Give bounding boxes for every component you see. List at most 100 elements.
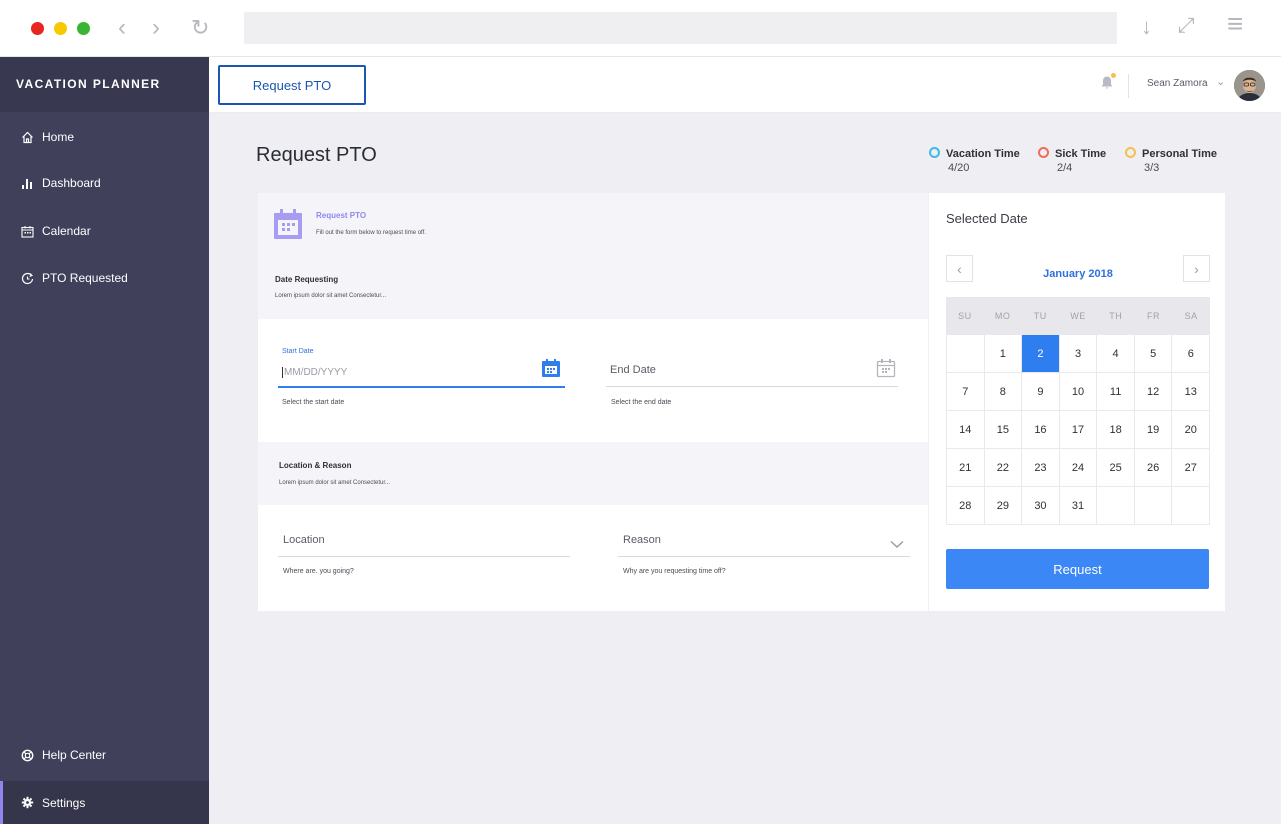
reload-icon[interactable]: ↻ xyxy=(191,14,209,42)
weekday-header: SU MO TU WE TH FR SA xyxy=(946,297,1210,335)
calendar-week: 21 22 23 24 25 26 27 xyxy=(946,449,1211,487)
sidebar-item-calendar[interactable]: Calendar xyxy=(0,211,209,251)
home-icon xyxy=(20,130,34,144)
expand-icon[interactable]: ⤢ xyxy=(1178,14,1195,38)
gear-icon xyxy=(20,796,34,810)
calendar-day[interactable]: 6 xyxy=(1172,335,1211,373)
personal-time-ring-icon xyxy=(1125,147,1136,158)
calendar-day[interactable]: 30 xyxy=(1022,487,1060,525)
calendar-grid: SU MO TU WE TH FR SA 1 2 3 4 5 6 7 8 9 1… xyxy=(946,297,1211,525)
sidebar-item-label: Dashboard xyxy=(42,176,101,190)
end-date-field[interactable]: End Date xyxy=(606,358,898,388)
chevron-down-icon[interactable] xyxy=(890,536,904,554)
calendar-day[interactable]: 5 xyxy=(1134,335,1173,373)
location-section-header: Location & Reason Lorem ipsum dolor sit … xyxy=(258,442,928,505)
location-field[interactable]: Location xyxy=(278,528,570,558)
weekday-label: MO xyxy=(994,311,1011,321)
location-helper: Where are. you going? xyxy=(283,568,354,575)
chevron-right-icon: › xyxy=(1194,260,1199,277)
sidebar-item-label: Calendar xyxy=(42,224,91,238)
request-submit-button[interactable]: Request xyxy=(946,549,1209,589)
sidebar-item-settings[interactable]: Settings xyxy=(0,781,209,824)
calendar-day[interactable]: 14 xyxy=(946,411,985,449)
sidebar-item-help-center[interactable]: Help Center xyxy=(0,735,209,775)
weekday-label: TH xyxy=(1109,311,1123,321)
calendar-day[interactable]: 10 xyxy=(1059,373,1098,411)
avatar[interactable] xyxy=(1234,70,1265,101)
start-date-field[interactable]: Start Date MM/DD/YYYY xyxy=(278,348,565,390)
calendar-day[interactable]: 19 xyxy=(1134,411,1173,449)
browser-menu-icon[interactable]: ≡ xyxy=(1227,8,1243,40)
lifebuoy-icon xyxy=(20,748,34,762)
form-header-subtitle: Fill out the form below to request time … xyxy=(316,230,426,236)
start-date-underline xyxy=(278,386,565,388)
start-date-calendar-icon[interactable] xyxy=(541,358,561,383)
user-name[interactable]: Sean Zamora xyxy=(1147,78,1208,89)
notification-bell-icon[interactable] xyxy=(1100,73,1116,91)
calendar-day[interactable]: 22 xyxy=(984,449,1023,487)
sidebar: VACATION PLANNER Home Dashboard Calendar… xyxy=(0,57,209,824)
form-header: Request PTO Fill out the form below to r… xyxy=(258,193,928,255)
pto-request-card: Request PTO Fill out the form below to r… xyxy=(258,193,1225,611)
start-date-helper: Select the start date xyxy=(282,399,345,406)
calendar-day[interactable]: 27 xyxy=(1172,449,1211,487)
calendar-day[interactable]: 11 xyxy=(1097,373,1135,411)
sidebar-item-label: Home xyxy=(42,130,75,144)
request-form: Request PTO Fill out the form below to r… xyxy=(258,193,928,611)
calendar-day[interactable]: 31 xyxy=(1059,487,1098,525)
minimize-window-dot[interactable] xyxy=(54,22,67,35)
calendar-day[interactable]: 28 xyxy=(946,487,985,525)
calendar-day-selected[interactable]: 2 xyxy=(1022,335,1060,373)
maximize-window-dot[interactable] xyxy=(77,22,90,35)
calendar-day[interactable]: 1 xyxy=(984,335,1023,373)
location-section-description: Lorem ipsum dolor sit amet Consectetur..… xyxy=(279,480,391,486)
clock-refresh-icon xyxy=(20,271,34,285)
calendar-day[interactable]: 13 xyxy=(1172,373,1211,411)
weekday-label: SA xyxy=(1184,311,1198,321)
download-icon[interactable]: ↓ xyxy=(1141,14,1152,40)
close-window-dot[interactable] xyxy=(31,22,44,35)
calendar-day[interactable]: 26 xyxy=(1134,449,1173,487)
calendar-day[interactable]: 25 xyxy=(1097,449,1135,487)
calendar-day xyxy=(1172,487,1211,525)
main-content: Request PTO Vacation Time 4/20 Sick Time… xyxy=(209,113,1281,824)
reason-select[interactable]: Reason xyxy=(618,528,910,558)
calendar-icon xyxy=(273,208,303,245)
calendar-day[interactable]: 24 xyxy=(1059,449,1098,487)
calendar-day[interactable]: 9 xyxy=(1022,373,1060,411)
calendar-day[interactable]: 17 xyxy=(1059,411,1098,449)
location-section-title: Location & Reason xyxy=(279,461,352,470)
sidebar-item-dashboard[interactable]: Dashboard xyxy=(0,163,209,203)
back-icon[interactable]: ‹ xyxy=(118,14,126,42)
calendar-day[interactable]: 16 xyxy=(1022,411,1060,449)
next-month-button[interactable]: › xyxy=(1183,255,1210,282)
sidebar-item-pto-requested[interactable]: PTO Requested xyxy=(0,258,209,298)
browser-toolbar: ‹ › ↻ ↓ ⤢ ≡ xyxy=(0,0,1281,57)
address-bar[interactable] xyxy=(244,12,1117,44)
location-underline xyxy=(278,556,570,557)
calendar-day[interactable]: 12 xyxy=(1134,373,1173,411)
calendar-day[interactable]: 8 xyxy=(984,373,1023,411)
calendar-day[interactable]: 3 xyxy=(1059,335,1098,373)
calendar-day[interactable]: 20 xyxy=(1172,411,1211,449)
calendar-day[interactable]: 23 xyxy=(1022,449,1060,487)
calendar-day[interactable]: 29 xyxy=(984,487,1023,525)
page-title: Request PTO xyxy=(256,144,377,166)
notification-badge xyxy=(1111,73,1116,78)
start-date-input[interactable]: MM/DD/YYYY xyxy=(282,367,347,378)
legend-label: Vacation Time xyxy=(946,148,1020,160)
request-pto-button[interactable]: Request PTO xyxy=(218,65,366,105)
sidebar-item-home[interactable]: Home xyxy=(0,117,209,157)
sidebar-item-label: PTO Requested xyxy=(42,271,128,285)
calendar-day[interactable]: 21 xyxy=(946,449,985,487)
calendar-day[interactable]: 7 xyxy=(946,373,985,411)
end-date-calendar-icon[interactable] xyxy=(876,358,896,383)
forward-icon[interactable]: › xyxy=(152,14,160,42)
calendar-day[interactable]: 4 xyxy=(1097,335,1135,373)
calendar-day[interactable]: 15 xyxy=(984,411,1023,449)
legend-value: 4/20 xyxy=(948,162,970,174)
start-date-label: Start Date xyxy=(282,348,314,355)
location-label: Location xyxy=(283,534,325,546)
calendar-day[interactable]: 18 xyxy=(1097,411,1135,449)
chevron-down-icon[interactable]: ⌄ xyxy=(1216,75,1225,88)
